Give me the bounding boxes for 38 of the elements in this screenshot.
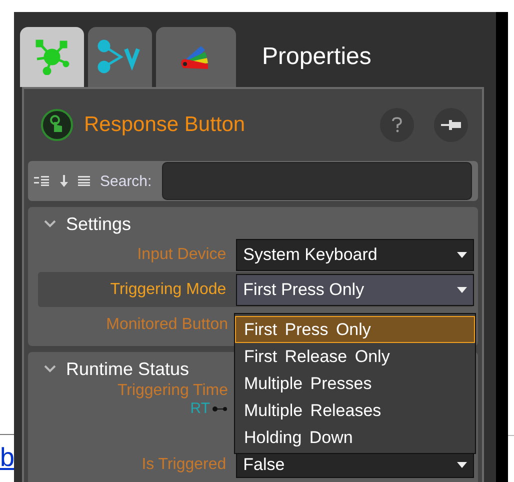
caret-icon	[457, 462, 467, 468]
section-title: Runtime Status	[66, 358, 190, 380]
dropdown-option[interactable]: Holding Down	[235, 424, 475, 451]
caret-icon	[457, 252, 467, 258]
network-icon	[34, 39, 70, 75]
question-icon	[392, 117, 402, 133]
property-label: Triggering Mode	[110, 280, 226, 298]
search-field[interactable]	[162, 162, 472, 200]
chevron-icon[interactable]	[44, 365, 56, 373]
property-label: Input Device	[137, 246, 226, 264]
connector-icon	[212, 406, 228, 412]
dropdown-option[interactable]: Multiple Presses	[235, 370, 475, 397]
list-icon[interactable]	[78, 176, 90, 186]
dropdown[interactable]: System Keyboard	[236, 238, 474, 270]
help-button[interactable]	[380, 108, 414, 142]
caret-icon	[457, 286, 467, 292]
tab[interactable]	[88, 27, 152, 87]
pin-button[interactable]	[434, 108, 468, 142]
chevron-icon[interactable]	[44, 220, 56, 228]
dropdown-option[interactable]: First Release Only	[235, 343, 475, 370]
property-row[interactable]: Triggering Mode First Press Only	[38, 272, 474, 307]
tab[interactable]	[156, 27, 236, 87]
property-label: Is Triggered	[142, 456, 226, 474]
hand-button-icon	[40, 108, 74, 142]
sort-icon[interactable]	[60, 175, 68, 187]
dropdown-option[interactable]: First Press Only	[235, 316, 475, 343]
link[interactable]: b	[0, 444, 14, 470]
panel-title: Properties	[262, 43, 372, 71]
pin-icon	[440, 118, 462, 132]
search-label: Search:	[100, 172, 152, 190]
dropdown-option[interactable]: Multiple Releases	[235, 397, 475, 424]
component-title: Response Button	[84, 113, 246, 137]
property-row[interactable]: Input Device System Keyboard	[38, 237, 474, 272]
rt-tag: RT	[190, 400, 210, 417]
dropdown[interactable]: First Press Only	[236, 274, 474, 306]
categorized-icon[interactable]	[34, 176, 50, 186]
section-title: Settings	[66, 214, 132, 234]
property-label: Triggering Time	[117, 382, 228, 400]
